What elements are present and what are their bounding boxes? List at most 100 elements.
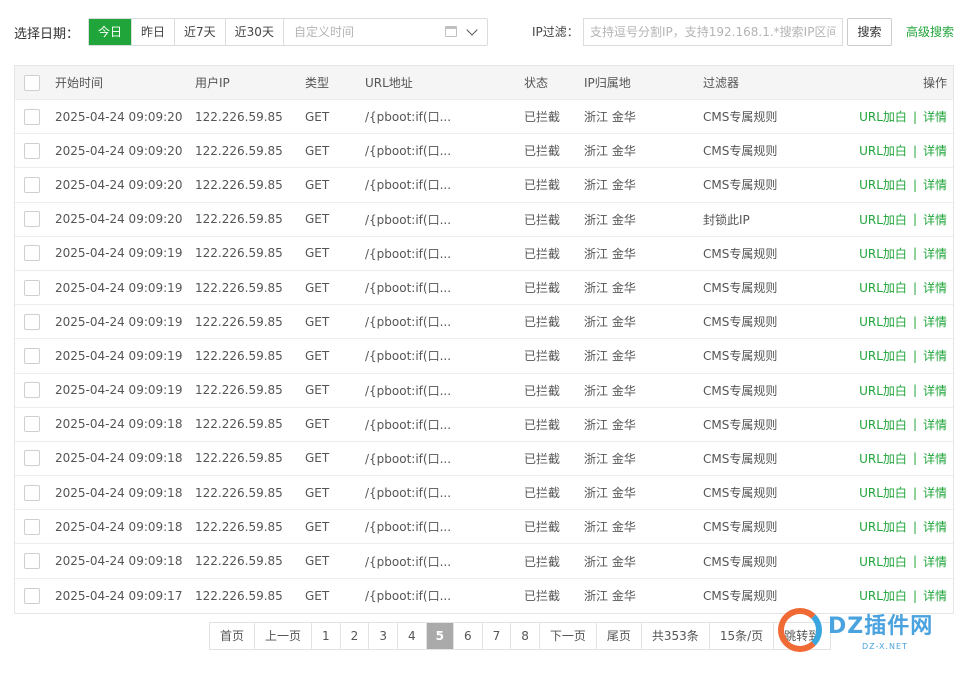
url-whitelist-link[interactable]: URL加白: [859, 450, 907, 467]
date-30days-button[interactable]: 近30天: [225, 19, 284, 45]
row-checkbox[interactable]: [24, 518, 40, 535]
page-7[interactable]: 7: [482, 623, 512, 649]
prev-page-button[interactable]: 上一页: [255, 623, 313, 649]
cell-time: 2025-04-24 09:09:19: [55, 246, 183, 261]
url-whitelist-link[interactable]: URL加白: [859, 518, 907, 535]
row-checkbox[interactable]: [24, 416, 40, 433]
detail-link[interactable]: 详情: [923, 382, 947, 399]
cell-filter: CMS专属规则: [703, 417, 778, 432]
row-checkbox[interactable]: [24, 450, 40, 467]
row-ops: URL加白 | 详情: [859, 442, 947, 475]
cell-status: 已拦截: [524, 589, 561, 604]
per-page-select[interactable]: 15条/页: [709, 623, 775, 649]
search-button[interactable]: 搜索: [847, 18, 892, 46]
cell-filter: CMS专属规则: [703, 486, 778, 501]
cell-status: 已拦截: [524, 110, 561, 125]
url-whitelist-link[interactable]: URL加白: [859, 587, 907, 604]
detail-link[interactable]: 详情: [923, 518, 947, 535]
first-page-button[interactable]: 首页: [210, 623, 256, 649]
row-checkbox[interactable]: [24, 279, 40, 296]
page-8[interactable]: 8: [511, 623, 540, 649]
row-checkbox[interactable]: [24, 484, 40, 501]
advanced-search-link[interactable]: 高级搜索: [906, 23, 954, 40]
cell-ip: 122.226.59.85: [195, 314, 283, 329]
row-checkbox[interactable]: [24, 108, 40, 125]
url-whitelist-link[interactable]: URL加白: [859, 245, 907, 262]
cell-type: GET: [305, 519, 330, 534]
calendar-icon: [444, 26, 457, 37]
row-checkbox[interactable]: [24, 553, 40, 570]
row-checkbox[interactable]: [24, 211, 40, 228]
detail-link[interactable]: 详情: [923, 142, 947, 159]
row-checkbox[interactable]: [24, 176, 40, 193]
table-row: 2025-04-24 09:09:19 122.226.59.85 GET /{pbo…: [15, 237, 953, 271]
detail-link[interactable]: 详情: [923, 313, 947, 330]
date-yesterday-button[interactable]: 昨日: [132, 19, 176, 45]
select-all-checkbox[interactable]: [24, 74, 40, 91]
row-ops: URL加白 | 详情: [859, 100, 947, 133]
row-ops: URL加白 | 详情: [859, 134, 947, 167]
url-whitelist-link[interactable]: URL加白: [859, 108, 907, 125]
last-page-button[interactable]: 尾页: [596, 623, 642, 649]
detail-link[interactable]: 详情: [923, 108, 947, 125]
url-whitelist-link[interactable]: URL加白: [859, 313, 907, 330]
url-whitelist-link[interactable]: URL加白: [859, 176, 907, 193]
url-whitelist-link[interactable]: URL加白: [859, 347, 907, 364]
cell-status: 已拦截: [524, 554, 561, 569]
row-checkbox[interactable]: [24, 142, 40, 159]
detail-link[interactable]: 详情: [923, 211, 947, 228]
detail-link[interactable]: 详情: [923, 416, 947, 433]
url-whitelist-link[interactable]: URL加白: [859, 382, 907, 399]
cell-loc: 浙江 金华: [584, 589, 636, 604]
detail-link[interactable]: 详情: [923, 176, 947, 193]
ops-separator: |: [912, 554, 917, 569]
page-4[interactable]: 4: [397, 623, 427, 649]
chevron-down-icon[interactable]: [466, 24, 478, 36]
page-1[interactable]: 1: [312, 623, 341, 649]
row-checkbox[interactable]: [24, 245, 40, 262]
next-page-button[interactable]: 下一页: [539, 623, 597, 649]
table-row: 2025-04-24 09:09:20 122.226.59.85 GET /{pbo…: [15, 100, 953, 135]
row-checkbox[interactable]: [24, 313, 40, 330]
table-body: 2025-04-24 09:09:20 122.226.59.85 GET /{pbo…: [15, 100, 953, 613]
cell-time: 2025-04-24 09:09:18: [55, 417, 183, 432]
cell-status: 已拦截: [524, 315, 561, 330]
ip-filter-input[interactable]: [583, 18, 843, 46]
cell-ip: 122.226.59.85: [195, 246, 283, 261]
cell-type: GET: [305, 246, 330, 261]
row-ops: URL加白 | 详情: [859, 168, 947, 201]
url-whitelist-link[interactable]: URL加白: [859, 553, 907, 570]
url-whitelist-link[interactable]: URL加白: [859, 484, 907, 501]
custom-date-picker[interactable]: 自定义时间: [284, 19, 487, 45]
detail-link[interactable]: 详情: [923, 245, 947, 262]
detail-link[interactable]: 详情: [923, 347, 947, 364]
cell-status: 已拦截: [524, 451, 561, 466]
url-whitelist-link[interactable]: URL加白: [859, 211, 907, 228]
cell-filter: CMS专属规则: [703, 315, 778, 330]
table-row: 2025-04-24 09:09:19 122.226.59.85 GET /{pbo…: [15, 271, 953, 306]
cell-ip: 122.226.59.85: [195, 109, 283, 124]
detail-link[interactable]: 详情: [923, 279, 947, 296]
url-whitelist-link[interactable]: URL加白: [859, 279, 907, 296]
page-2[interactable]: 2: [340, 623, 370, 649]
cell-url: /{pboot:if(口...: [365, 383, 452, 398]
date-today-button[interactable]: 今日: [89, 19, 133, 45]
url-whitelist-link[interactable]: URL加白: [859, 142, 907, 159]
detail-link[interactable]: 详情: [923, 587, 947, 604]
cell-ip: 122.226.59.85: [195, 143, 283, 158]
row-checkbox[interactable]: [24, 347, 40, 364]
url-whitelist-link[interactable]: URL加白: [859, 416, 907, 433]
cell-filter: 封锁此IP: [703, 212, 750, 227]
detail-link[interactable]: 详情: [923, 553, 947, 570]
page-6[interactable]: 6: [453, 623, 483, 649]
cell-type: GET: [305, 588, 330, 603]
row-checkbox[interactable]: [24, 382, 40, 399]
cell-filter: CMS专属规则: [703, 178, 778, 193]
page-5-current[interactable]: 5: [426, 623, 454, 649]
row-ops: URL加白 | 详情: [859, 203, 947, 236]
detail-link[interactable]: 详情: [923, 450, 947, 467]
detail-link[interactable]: 详情: [923, 484, 947, 501]
row-checkbox[interactable]: [24, 587, 40, 604]
page-3[interactable]: 3: [369, 623, 398, 649]
date-7days-button[interactable]: 近7天: [175, 19, 226, 45]
